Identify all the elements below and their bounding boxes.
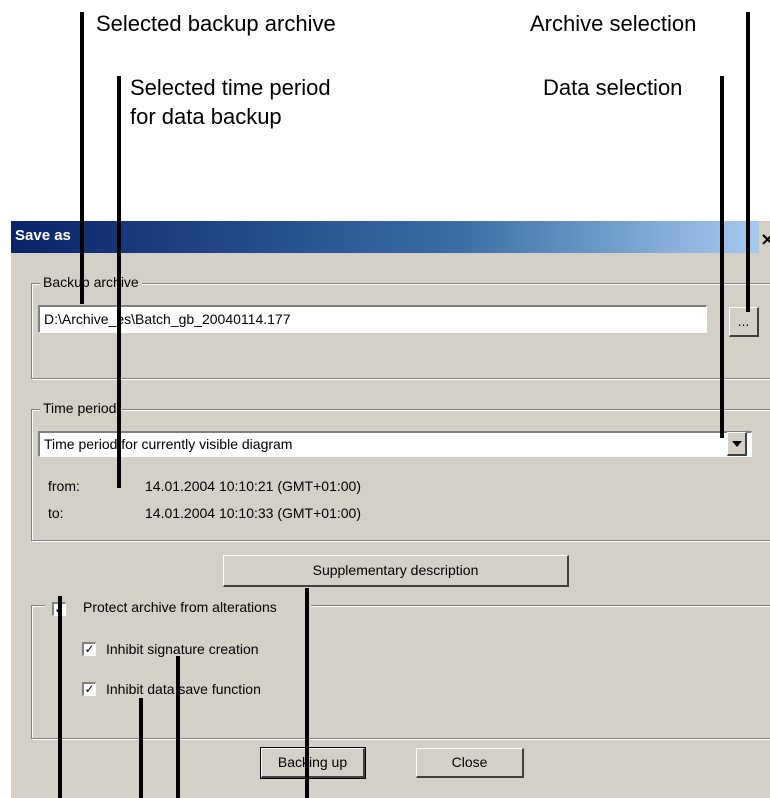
callout-selected-time-period-line2: for data backup <box>130 104 282 129</box>
close-button[interactable]: Close <box>416 748 524 778</box>
callout-selected-backup-archive: Selected backup archive <box>96 11 336 36</box>
close-icon[interactable]: × <box>760 231 770 249</box>
archive-browse-button[interactable]: ... <box>729 307 759 337</box>
backup-archive-legend: Backup archive <box>40 274 142 290</box>
protect-archive-label: Protect archive from alterations <box>83 599 277 615</box>
leader-line-archive-selection <box>746 12 750 312</box>
check-icon: ✓ <box>84 642 95 656</box>
leader-line-backup-archive <box>80 12 84 304</box>
chevron-down-icon[interactable] <box>727 432 747 456</box>
from-value: 14.01.2004 10:10:21 (GMT+01:00) <box>145 478 361 494</box>
to-label: to: <box>48 505 64 521</box>
supplementary-description-button[interactable]: Supplementary description <box>223 555 569 587</box>
leader-line-inhibit-data-save <box>139 698 143 798</box>
check-icon: ✓ <box>84 682 95 696</box>
leader-line-data-selection <box>720 76 724 438</box>
inhibit-data-save-checkbox[interactable]: ✓ <box>82 682 96 696</box>
backup-archive-path-field[interactable]: D:\Archive_es\Batch_gb_20040114.177 <box>38 305 707 333</box>
leader-line-inhibit-signature <box>176 656 180 798</box>
time-period-group <box>31 409 770 541</box>
to-value: 14.01.2004 10:10:33 (GMT+01:00) <box>145 505 361 521</box>
inhibit-signature-label: Inhibit signature creation <box>106 641 259 657</box>
leader-line-protect <box>58 596 62 798</box>
leader-line-time-period <box>117 76 121 488</box>
dialog-title: Save as <box>15 227 71 244</box>
backing-up-button[interactable]: Backing up <box>260 747 366 779</box>
time-period-select[interactable]: Time period for currently visible diagra… <box>38 431 752 457</box>
from-label: from: <box>48 478 80 494</box>
title-bar: Save as <box>11 221 759 253</box>
leader-line-supplementary <box>305 588 309 798</box>
inhibit-data-save-label: Inhibit data save function <box>106 681 261 697</box>
inhibit-signature-checkbox[interactable]: ✓ <box>82 642 96 656</box>
callout-archive-selection: Archive selection <box>530 11 697 36</box>
save-as-dialog: Save as × Backup archive D:\Archive_es\B… <box>10 220 770 798</box>
callout-data-selection: Data selection <box>543 75 683 100</box>
time-period-legend: Time period <box>40 400 120 416</box>
callout-selected-time-period-line1: Selected time period <box>130 75 331 100</box>
